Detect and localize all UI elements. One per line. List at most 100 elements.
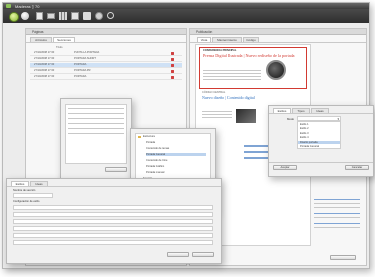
row-label: PUNTA LA PORTADA (74, 51, 100, 54)
table-row[interactable]: 27/10/2008 17:30 PUNTA LA PORTADA (30, 51, 182, 56)
app-logo-icon (6, 4, 11, 8)
tab-divider (26, 42, 186, 43)
close-panel-button[interactable] (330, 255, 356, 260)
list-line (68, 118, 124, 120)
tree-folder-icon (138, 136, 141, 138)
text-line (203, 79, 261, 81)
config-row[interactable] (13, 212, 213, 217)
row-date: 27/10/2008 17:30 (34, 63, 55, 66)
toolbar (3, 9, 369, 23)
settings-icon[interactable] (95, 12, 103, 20)
dropdown-option[interactable]: Portada General (300, 145, 319, 148)
list-dialog (60, 98, 132, 180)
table-row[interactable]: 27/10/2008 17:30 PORTADA (30, 75, 182, 80)
print-icon[interactable] (83, 12, 91, 20)
list-header: Título (30, 45, 182, 50)
text-line (203, 70, 261, 72)
tree-item[interactable]: Portada (146, 141, 155, 144)
dropdown-option-selected[interactable]: Diseño portada (298, 140, 340, 144)
new-document-icon[interactable] (36, 12, 43, 20)
tree-item[interactable]: Estructura (143, 135, 155, 138)
tree-item[interactable]: Portada manual (146, 171, 164, 174)
text-line (314, 227, 360, 229)
row-label: PORTADA (74, 75, 87, 78)
delete-icon[interactable] (171, 76, 174, 79)
tree-item[interactable]: Contenido de Cine (146, 159, 168, 162)
delete-icon[interactable] (171, 64, 174, 67)
pages-panel-header: Páginas (26, 29, 186, 35)
delete-icon[interactable] (171, 52, 174, 55)
config-row[interactable] (13, 219, 213, 224)
watch-image (266, 60, 286, 80)
dropdown-option[interactable]: Estilo 3 (300, 132, 309, 135)
list-box[interactable] (65, 104, 127, 164)
text-line (314, 207, 360, 209)
style-dialog: Estilos Tipos Ideas Modo ▾ Estilo 1 Esti… (268, 105, 374, 177)
tab-divider (7, 186, 221, 187)
table-row[interactable]: 27/10/2008 17:30 PORTADA SHORT (30, 57, 182, 62)
config-row[interactable] (13, 233, 213, 238)
save-icon[interactable] (71, 12, 79, 20)
style-config-label: Configuración de estilo (13, 200, 40, 203)
section-name-label: Nombre de sección (13, 189, 36, 192)
search-icon[interactable] (107, 12, 114, 19)
ok-button[interactable] (105, 167, 127, 172)
mode-label: Modo (287, 117, 294, 121)
tree-item[interactable]: Portada Gráfico (146, 165, 164, 168)
section-label: CONFERENCIA PRINCIPAL (203, 49, 237, 52)
accept-button[interactable] (167, 252, 189, 257)
headline-2[interactable]: Nuevo diseño | Contenido digital (202, 95, 262, 101)
publication-panel-title: Publicación (196, 29, 213, 34)
publication-panel-header: Publicación (190, 29, 366, 35)
pages-panel-title: Páginas (32, 29, 44, 34)
text-line (314, 217, 360, 219)
text-line (203, 73, 261, 75)
text-line (314, 199, 360, 201)
highlight-box: CONFERENCIA PRINCIPAL Prensa Digital Ilu… (199, 47, 307, 89)
app-title: Maderas ▯ 70 (15, 3, 40, 9)
row-label: PORTADA (74, 63, 87, 66)
grid-icon[interactable] (59, 12, 67, 20)
delete-icon[interactable] (171, 70, 174, 73)
text-line (202, 111, 232, 113)
headline[interactable]: Prensa Digital Ilustrada | Nuevo rediseñ… (203, 53, 298, 59)
list-line (68, 128, 124, 130)
row-label: PORTADA PR (74, 69, 91, 72)
config-row[interactable] (13, 205, 213, 210)
table-row-selected[interactable]: 27/10/2008 17:30 PORTADA (30, 63, 182, 68)
text-line (203, 76, 261, 78)
tree-item-selected[interactable]: Portada General (146, 153, 206, 156)
list-line (68, 113, 124, 115)
text-line (314, 223, 360, 225)
dropdown-option[interactable]: Estilo 1 (300, 123, 309, 126)
list-line (68, 123, 124, 125)
config-row[interactable] (13, 240, 213, 245)
dropdown-option[interactable]: Estilo 4 (300, 136, 309, 139)
section-name-input[interactable] (13, 193, 53, 198)
list-line (68, 133, 124, 135)
forward-icon[interactable] (21, 12, 29, 20)
cancel-button[interactable]: Cancelar (345, 165, 369, 170)
footer-divider (269, 162, 373, 163)
text-line (314, 213, 360, 215)
cancel-button[interactable] (192, 252, 214, 257)
section-label-2: CÓDIGO CENTRAL (202, 91, 226, 94)
row-date: 27/10/2008 17:30 (34, 75, 55, 78)
back-icon[interactable] (9, 12, 19, 22)
accept-button[interactable]: Aceptar (273, 165, 297, 170)
tree-item[interactable]: Contenido de temas (146, 147, 169, 150)
tab-divider (190, 42, 366, 43)
mode-dropdown-list[interactable]: Estilo 1 Estilo 2 Estilo 3 Estilo 4 Dise… (297, 121, 341, 149)
delete-icon[interactable] (171, 58, 174, 61)
properties-dialog: Estilos Ideas Nombre de sección Configur… (6, 178, 222, 264)
config-row[interactable] (13, 226, 213, 231)
table-row[interactable]: 27/10/2008 17:30 PORTADA PR (30, 69, 182, 74)
folder-icon[interactable] (47, 13, 55, 19)
text-line (314, 203, 360, 205)
text-line (202, 117, 232, 119)
row-date: 27/10/2008 17:30 (34, 69, 55, 72)
thumbnail-image (236, 109, 256, 123)
text-line (202, 114, 232, 116)
dropdown-option[interactable]: Estilo 2 (300, 127, 309, 130)
tab-divider (269, 113, 373, 114)
